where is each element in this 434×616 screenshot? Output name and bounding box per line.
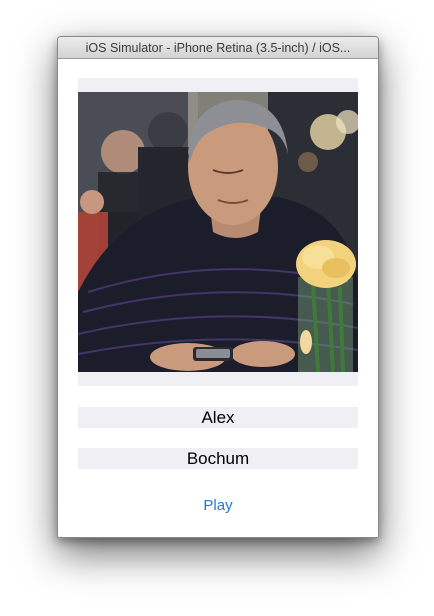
window-title: iOS Simulator - iPhone Retina (3.5-inch)… [85,40,351,55]
city-field[interactable]: Bochum [78,448,358,469]
photo-frame [78,78,358,386]
play-button[interactable]: Play [178,494,258,516]
simulator-window: iOS Simulator - iPhone Retina (3.5-inch)… [57,36,379,538]
window-titlebar[interactable]: iOS Simulator - iPhone Retina (3.5-inch)… [58,37,378,59]
desktop: iOS Simulator - iPhone Retina (3.5-inch)… [0,0,434,616]
device-screen: Alex Bochum Play [58,59,378,537]
profile-photo [78,92,358,372]
name-field[interactable]: Alex [78,407,358,428]
